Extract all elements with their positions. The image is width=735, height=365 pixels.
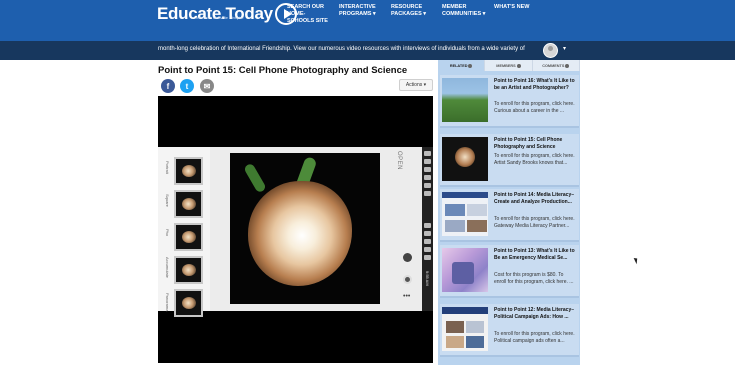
mode-label: Portrait bbox=[165, 161, 170, 174]
site-logo[interactable]: Educate.Today bbox=[157, 2, 297, 26]
actions-dropdown[interactable]: Actions ▾ bbox=[399, 79, 433, 91]
camera-mode-column: Portrait Square Pho Accumulate Panorama bbox=[158, 147, 210, 317]
count-dot-icon bbox=[468, 63, 473, 68]
card-description: To enroll for this program, click here. … bbox=[494, 331, 575, 344]
status-time: 9:55 AM bbox=[425, 271, 430, 286]
rose-image bbox=[248, 181, 352, 286]
nav-whats-new[interactable]: WHAT'S NEW bbox=[494, 4, 529, 11]
facebook-share-icon[interactable]: f bbox=[161, 79, 175, 93]
shutter-icon bbox=[403, 275, 412, 284]
announcement-ticker: month-long celebration of International … bbox=[0, 41, 735, 60]
video-thumbnail bbox=[174, 256, 203, 284]
phone-status-bar bbox=[422, 147, 433, 311]
status-icon bbox=[424, 255, 431, 260]
video-thumbnail bbox=[174, 289, 203, 317]
tab-label: COMMENTS bbox=[542, 63, 565, 68]
video-thumbnail bbox=[174, 223, 203, 251]
mouse-cursor-icon bbox=[633, 256, 640, 265]
logo-tagline: Interact · Motivate · Inspire bbox=[196, 15, 244, 20]
twitter-share-icon[interactable]: t bbox=[180, 79, 194, 93]
mode-label: Panorama bbox=[165, 293, 170, 312]
related-video-card[interactable]: Point to Point 12: Media Literacy–Politi… bbox=[440, 304, 579, 357]
ticker-text: month-long celebration of International … bbox=[158, 46, 525, 52]
sidebar-tabs: RELATED MEMBERS COMMENTS bbox=[438, 60, 580, 71]
camera-icon bbox=[403, 253, 412, 262]
rose-photo bbox=[230, 153, 380, 304]
status-icon bbox=[424, 191, 431, 196]
card-thumbnail bbox=[442, 192, 488, 236]
status-icon bbox=[424, 231, 431, 236]
nav-label: WHAT'S NEW bbox=[494, 4, 530, 10]
status-icon bbox=[424, 247, 431, 252]
card-description: To enroll for this program, click here. … bbox=[494, 101, 575, 114]
related-video-card[interactable]: Point to Point 13: What's It Like to Be … bbox=[440, 245, 579, 298]
tab-label: RELATED bbox=[449, 63, 468, 68]
tab-related[interactable]: RELATED bbox=[438, 60, 486, 71]
related-video-card[interactable]: Point to Point 16: What's It Like to be … bbox=[440, 75, 579, 128]
status-icon bbox=[424, 239, 431, 244]
nav-label: SCHOOLS SITE bbox=[287, 18, 328, 24]
count-dot-icon bbox=[565, 63, 570, 68]
count-dot-icon bbox=[516, 63, 521, 68]
related-video-card[interactable]: Point to Point 14: Media Literacy–Create… bbox=[440, 189, 579, 242]
card-thumbnail bbox=[442, 248, 488, 292]
video-thumbnail bbox=[174, 157, 203, 185]
card-title: Point to Point 16: What's It Like to be … bbox=[494, 78, 575, 91]
mode-label: Square bbox=[165, 194, 170, 207]
mode-label: Accumulate bbox=[165, 257, 170, 278]
nav-label: INTERACTIVE bbox=[339, 4, 376, 10]
more-icon: ••• bbox=[403, 293, 411, 300]
card-title: Point to Point 12: Media Literacy–Politi… bbox=[494, 307, 575, 320]
card-thumbnail bbox=[442, 307, 488, 351]
tab-members[interactable]: MEMBERS bbox=[485, 60, 533, 71]
mode-label: Pho bbox=[165, 229, 170, 237]
video-player[interactable]: Portrait Square Pho Accumulate Panorama … bbox=[158, 96, 433, 363]
card-title: Point to Point 13: What's It Like to Be … bbox=[494, 248, 575, 261]
nav-label: HOME- bbox=[287, 11, 306, 17]
camera-open-label: OPEN bbox=[396, 151, 402, 171]
nav-label: PACKAGES ▾ bbox=[391, 11, 427, 17]
nav-label: PROGRAMS ▾ bbox=[339, 11, 376, 17]
card-description: To enroll for this program, click here. … bbox=[494, 153, 575, 166]
nav-interactive-programs[interactable]: INTERACTIVE PROGRAMS ▾ bbox=[339, 4, 376, 18]
leaf-shape bbox=[243, 162, 267, 194]
status-icon bbox=[424, 159, 431, 164]
email-share-icon[interactable]: ✉ bbox=[200, 79, 214, 93]
related-video-card[interactable]: Point to Point 15: Cell Phone Photograph… bbox=[440, 134, 579, 187]
browser-viewport: { "header": { "logo_text": "Educate.Toda… bbox=[0, 0, 735, 365]
card-thumbnail bbox=[442, 78, 488, 122]
status-icon bbox=[424, 183, 431, 188]
nav-label: MEMBER bbox=[442, 4, 467, 10]
card-description: Cost for this program is $80. To enroll … bbox=[494, 272, 574, 285]
card-description: To enroll for this program, click here. … bbox=[494, 216, 575, 229]
card-title: Point to Point 14: Media Literacy–Create… bbox=[494, 192, 575, 205]
card-title: Point to Point 15: Cell Phone Photograph… bbox=[494, 137, 563, 150]
card-thumbnail bbox=[442, 137, 488, 181]
nav-member-communities[interactable]: MEMBER COMMUNITIES ▾ bbox=[442, 4, 485, 18]
logo-text: Educate.Today bbox=[157, 4, 273, 23]
nav-label: COMMUNITIES ▾ bbox=[442, 11, 486, 17]
status-icon bbox=[424, 175, 431, 180]
page-title: Point to Point 15: Cell Phone Photograph… bbox=[158, 65, 408, 76]
related-sidebar: RELATED MEMBERS COMMENTS Point to Point … bbox=[438, 60, 580, 365]
chevron-down-icon[interactable]: ▾ bbox=[563, 45, 566, 52]
top-navigation-bar: Educate.Today Interact · Motivate · Insp… bbox=[0, 0, 735, 41]
nav-label: RESOURCE bbox=[391, 4, 423, 10]
nav-resource-packages[interactable]: RESOURCE PACKAGES ▾ bbox=[391, 4, 426, 18]
user-avatar[interactable] bbox=[543, 43, 558, 58]
tab-label: MEMBERS bbox=[496, 63, 516, 68]
video-frame: Portrait Square Pho Accumulate Panorama … bbox=[158, 147, 433, 317]
video-thumbnail bbox=[174, 190, 203, 218]
tab-comments[interactable]: COMMENTS bbox=[533, 60, 580, 71]
nav-search-homeschools[interactable]: SEARCH OUR HOME- SCHOOLS SITE bbox=[287, 4, 328, 25]
nav-label: SEARCH OUR bbox=[287, 4, 324, 10]
status-icon bbox=[424, 151, 431, 156]
status-icon bbox=[424, 167, 431, 172]
status-icon bbox=[424, 223, 431, 228]
